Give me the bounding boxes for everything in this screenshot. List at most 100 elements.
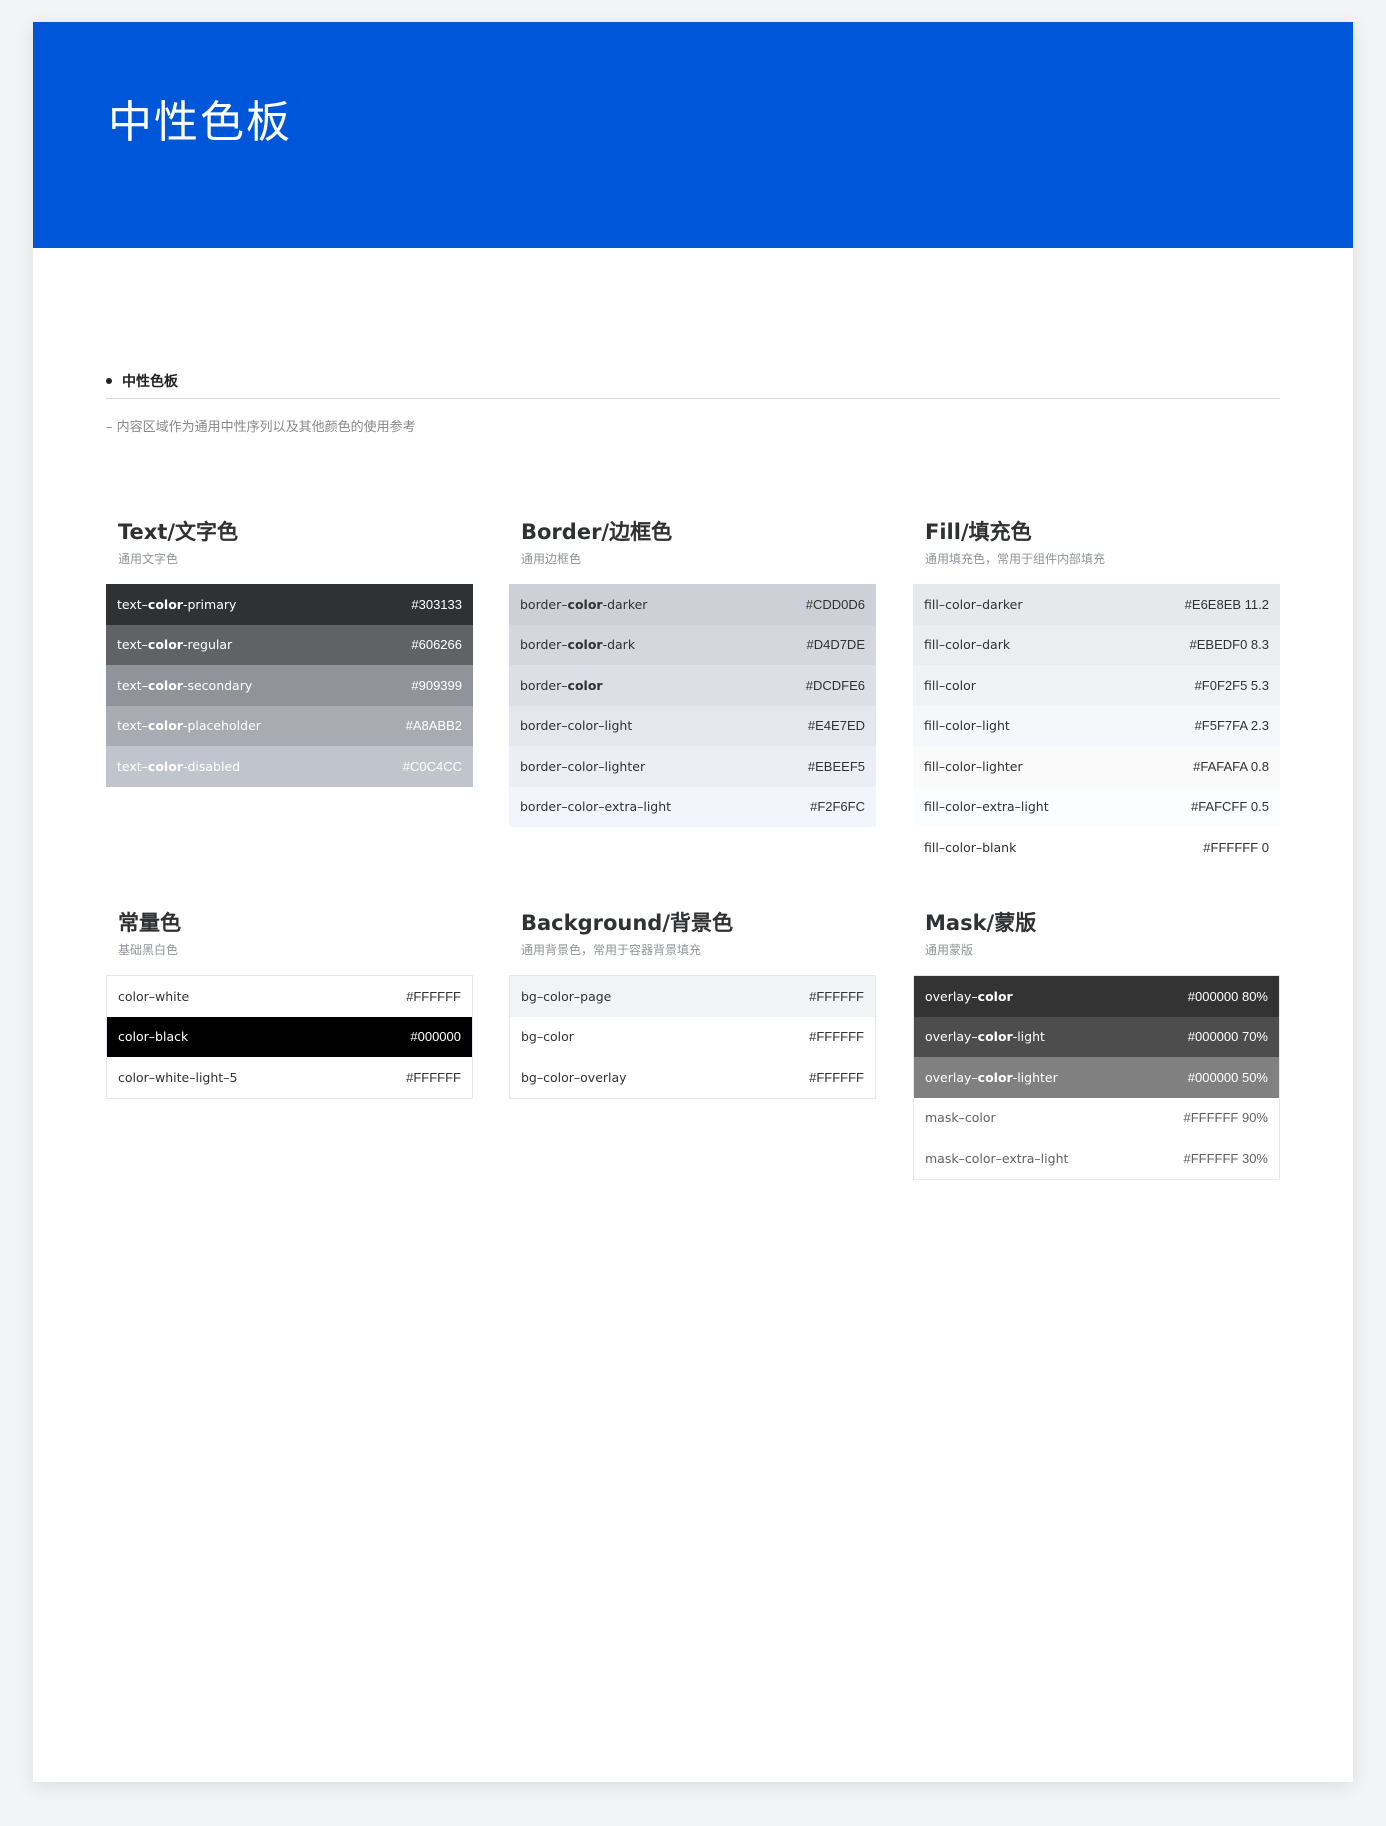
swatch-name: mask–color–extra–light bbox=[925, 1151, 1068, 1166]
swatch-hex-value: #E6E8EB 11.2 bbox=[1184, 596, 1269, 612]
color-swatch: fill–color–extra–light #FAFCFF 0.5 bbox=[913, 786, 1280, 827]
swatch-name: text–color-regular bbox=[117, 637, 232, 652]
card-title: 常量色 bbox=[118, 911, 181, 935]
swatch-name-prefix: text– bbox=[117, 718, 148, 734]
swatch-list: border–color-darker #CDD0D6 border–color-d… bbox=[509, 584, 876, 827]
swatch-name: fill–color–light bbox=[924, 718, 1010, 733]
page-title: 中性色板 bbox=[108, 97, 292, 148]
swatch-name: text–color-primary bbox=[117, 597, 236, 612]
swatch-name: border–color-dark bbox=[520, 637, 635, 652]
card-title: Background/背景色 bbox=[521, 911, 734, 935]
color-swatch: overlay–color-light #000000 70% bbox=[914, 1016, 1279, 1057]
swatch-hex-value: #FFFFFF bbox=[406, 1069, 461, 1085]
color-swatch: overlay–color #000000 80% bbox=[914, 976, 1279, 1017]
color-swatch: fill–color–blank #FFFFFF 0 bbox=[913, 827, 1280, 868]
swatch-name-prefix: text– bbox=[117, 758, 148, 774]
swatch-name-emphasis: color bbox=[147, 596, 183, 612]
swatch-hex-value: #A8ABB2 bbox=[405, 718, 462, 734]
swatch-name: border–color-darker bbox=[520, 597, 647, 612]
swatch-name: overlay–color bbox=[925, 989, 1013, 1004]
swatch-name-suffix: -disabled bbox=[182, 758, 241, 774]
palette-page: 中性色板 中性色板 – 内容区域作为通用中性序列以及其他颜色的使用参考 Text… bbox=[33, 22, 1353, 1782]
swatch-name-suffix: -placeholder bbox=[182, 718, 261, 734]
swatch-name-prefix: fill–color–lighter bbox=[924, 758, 1023, 774]
swatch-hex-value: #C0C4CC bbox=[402, 758, 462, 774]
swatch-hex-value: #DCDFE6 bbox=[805, 677, 865, 693]
color-swatch: fill–color–darker #E6E8EB 11.2 bbox=[913, 584, 1280, 625]
card-title: Fill/填充色 bbox=[925, 520, 1032, 544]
color-swatch: mask–color #FFFFFF 90% bbox=[914, 1097, 1279, 1138]
swatch-name-emphasis: color bbox=[977, 988, 1013, 1004]
swatch-hex-value: #EBEDF0 8.3 bbox=[1189, 637, 1270, 653]
swatch-name-emphasis: color bbox=[567, 596, 603, 612]
swatch-name-prefix: fill–color–dark bbox=[924, 637, 1011, 653]
swatch-hex-value: #D4D7DE bbox=[806, 637, 865, 653]
color-swatch: text–color-disabled #C0C4CC bbox=[106, 746, 473, 787]
swatch-name: color–white bbox=[118, 989, 189, 1004]
swatch-name-prefix: border–color–light bbox=[520, 718, 633, 734]
card-subtitle: 通用边框色 bbox=[521, 552, 582, 566]
color-swatch: border–color–lighter #EBEEF5 bbox=[509, 746, 876, 787]
swatch-name-prefix: bg–color–overlay bbox=[521, 1069, 627, 1085]
swatch-hex-value: #000000 70% bbox=[1187, 1029, 1268, 1045]
color-swatch: border–color–extra–light #F2F6FC bbox=[509, 786, 876, 827]
swatch-hex-value: #303133 bbox=[411, 596, 462, 612]
swatch-name: border–color bbox=[520, 678, 603, 693]
swatch-list: color–white #FFFFFF color–black #000000 colo… bbox=[106, 975, 473, 1099]
card-subtitle: 通用蒙版 bbox=[925, 943, 974, 957]
swatch-name-suffix: -secondary bbox=[182, 677, 253, 693]
swatch-hex-value: #F0F2F5 5.3 bbox=[1194, 677, 1269, 693]
color-swatch: color–black #000000 bbox=[107, 1016, 472, 1057]
section-description: – 内容区域作为通用中性序列以及其他颜色的使用参考 bbox=[106, 420, 416, 435]
swatch-name-prefix: border– bbox=[520, 596, 568, 612]
color-swatch: bg–color #FFFFFF bbox=[510, 1016, 875, 1057]
swatch-name: border–color–lighter bbox=[520, 759, 645, 774]
swatch-name-prefix: color–black bbox=[118, 1029, 189, 1045]
swatch-name: fill–color–extra–light bbox=[924, 799, 1049, 814]
swatch-hex-value: #FFFFFF 30% bbox=[1183, 1150, 1268, 1166]
color-swatch: color–white #FFFFFF bbox=[107, 976, 472, 1017]
color-swatch: text–color-secondary #909399 bbox=[106, 665, 473, 706]
swatch-name-emphasis: color bbox=[147, 758, 183, 774]
swatch-name-prefix: overlay– bbox=[925, 1029, 978, 1045]
swatch-name-prefix: border–color–extra–light bbox=[520, 799, 672, 815]
swatch-name: text–color-disabled bbox=[117, 759, 240, 774]
swatch-name: color–black bbox=[118, 1029, 188, 1044]
swatch-list: bg–color–page #FFFFFF bg–color #FFFFFF bg–co… bbox=[509, 975, 876, 1099]
swatch-name-emphasis: color bbox=[567, 637, 603, 653]
swatch-name-suffix: -light bbox=[1012, 1029, 1045, 1045]
swatch-name-prefix: border–color–lighter bbox=[520, 758, 646, 774]
color-swatch: border–color-dark #D4D7DE bbox=[509, 624, 876, 665]
swatch-hex-value: #FFFFFF bbox=[809, 1069, 864, 1085]
section-heading-text: 中性色板 bbox=[122, 374, 178, 390]
swatch-name-emphasis: color bbox=[977, 1069, 1013, 1085]
color-swatch: text–color-placeholder #A8ABB2 bbox=[106, 705, 473, 746]
color-swatch: overlay–color-lighter #000000 50% bbox=[914, 1057, 1279, 1098]
section-heading: 中性色板 bbox=[106, 371, 178, 391]
swatch-name: color–white–light–5 bbox=[118, 1070, 237, 1085]
card-title: Border/边框色 bbox=[521, 520, 673, 544]
swatch-hex-value: #EBEEF5 bbox=[807, 758, 865, 774]
swatch-hex-value: #CDD0D6 bbox=[805, 596, 865, 612]
swatch-hex-value: #000000 bbox=[410, 1029, 461, 1045]
swatch-name-prefix: mask–color–extra–light bbox=[925, 1150, 1069, 1166]
color-swatch: bg–color–page #FFFFFF bbox=[510, 976, 875, 1017]
swatch-name-prefix: border– bbox=[520, 677, 568, 693]
swatch-name-prefix: border– bbox=[520, 637, 568, 653]
card-subtitle: 基础黑白色 bbox=[118, 943, 179, 957]
color-swatch: fill–color #F0F2F5 5.3 bbox=[913, 665, 1280, 706]
color-swatch: fill–color–lighter #FAFAFA 0.8 bbox=[913, 746, 1280, 787]
color-swatch: text–color-regular #606266 bbox=[106, 624, 473, 665]
swatch-name-prefix: overlay– bbox=[925, 1069, 978, 1085]
swatch-name: mask–color bbox=[925, 1110, 996, 1125]
swatch-name: overlay–color-lighter bbox=[925, 1070, 1058, 1085]
swatch-hex-value: #FFFFFF bbox=[809, 988, 864, 1004]
swatch-name-prefix: fill–color–blank bbox=[924, 839, 1017, 855]
swatch-name: fill–color bbox=[924, 678, 976, 693]
swatch-hex-value: #606266 bbox=[411, 637, 462, 653]
swatch-hex-value: #FFFFFF 90% bbox=[1183, 1110, 1268, 1126]
swatch-name-prefix: fill–color–light bbox=[924, 718, 1010, 734]
card-subtitle: 通用背景色，常用于容器背景填充 bbox=[521, 943, 702, 957]
swatch-hex-value: #FFFFFF bbox=[809, 1029, 864, 1045]
swatch-name-suffix: -regular bbox=[182, 637, 233, 653]
